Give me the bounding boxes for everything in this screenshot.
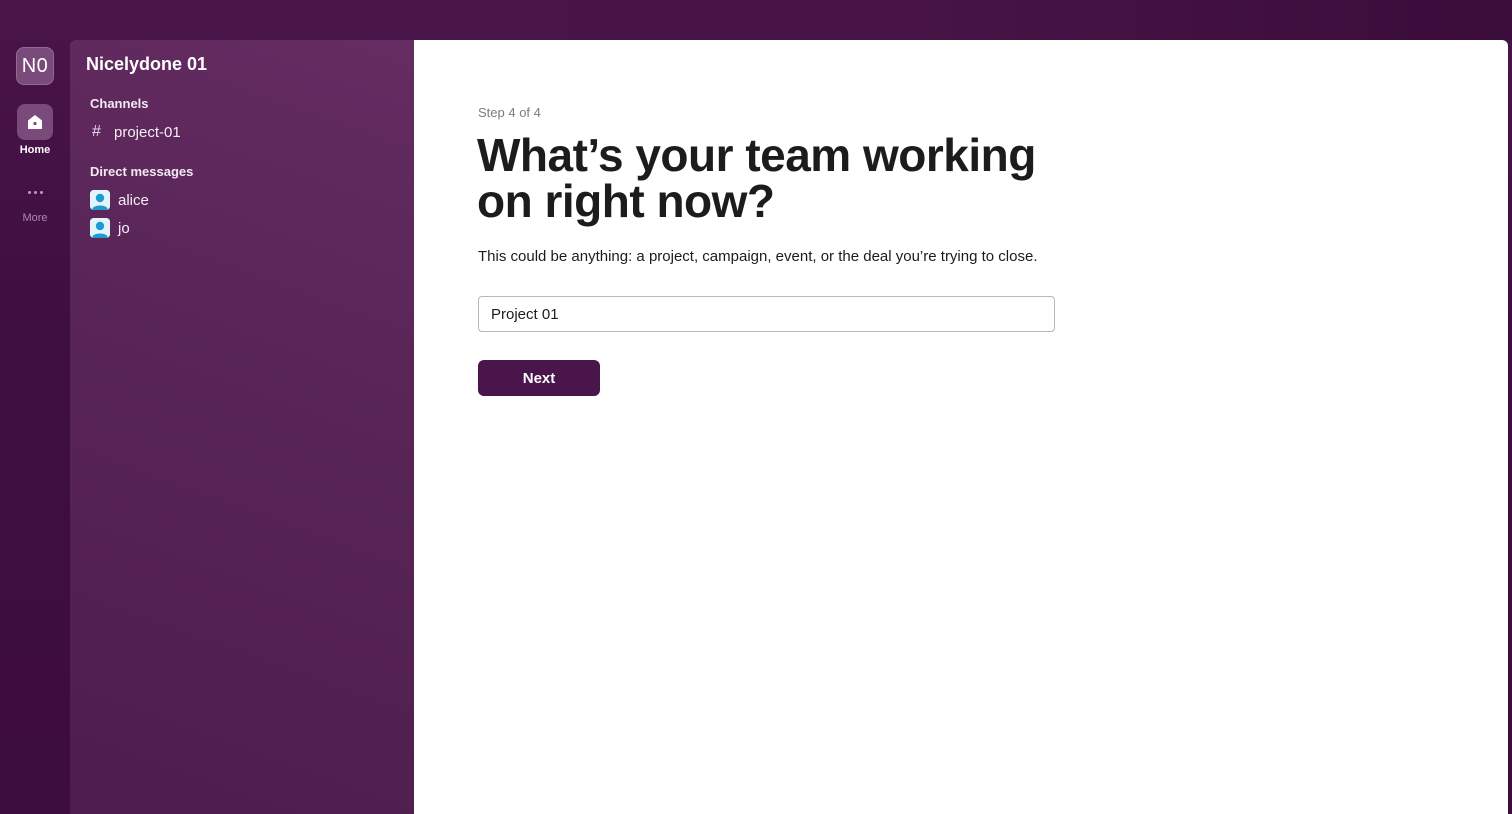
workspace-rail: N0 Home More bbox=[0, 40, 70, 814]
sidebar-item-alice[interactable]: alice bbox=[90, 187, 149, 213]
direct-messages-section-title[interactable]: Direct messages bbox=[90, 164, 193, 179]
hash-icon: # bbox=[92, 123, 101, 140]
channels-section-title[interactable]: Channels bbox=[90, 96, 149, 111]
home-button[interactable] bbox=[17, 104, 53, 140]
sidebar-item-jo[interactable]: jo bbox=[90, 215, 130, 241]
more-label: More bbox=[22, 212, 48, 224]
home-icon bbox=[28, 115, 42, 129]
step-indicator: Step 4 of 4 bbox=[478, 105, 541, 120]
sidebar-item-project-01[interactable]: # project-01 bbox=[90, 119, 181, 145]
channel-label: project-01 bbox=[114, 123, 181, 141]
project-name-input[interactable] bbox=[478, 296, 1055, 332]
home-label: Home bbox=[19, 144, 51, 156]
title-bar bbox=[0, 0, 1512, 40]
dm-label: jo bbox=[118, 219, 130, 237]
workspace-name[interactable]: Nicelydone 01 bbox=[86, 54, 207, 75]
user-avatar-icon bbox=[90, 218, 110, 238]
next-button[interactable]: Next bbox=[478, 360, 600, 396]
workspace-switcher[interactable]: N0 bbox=[16, 47, 54, 85]
page-title: What’s your team working on right now? bbox=[477, 129, 1036, 227]
page-description: This could be anything: a project, campa… bbox=[478, 248, 1038, 265]
setup-panel: Step 4 of 4 What’s your team working on … bbox=[414, 40, 1508, 814]
more-button[interactable] bbox=[17, 172, 53, 208]
ellipsis-icon bbox=[26, 181, 44, 199]
sidebar: Nicelydone 01 Channels # project-01 Dire… bbox=[70, 40, 414, 814]
dm-label: alice bbox=[118, 191, 149, 209]
user-avatar-icon bbox=[90, 190, 110, 210]
